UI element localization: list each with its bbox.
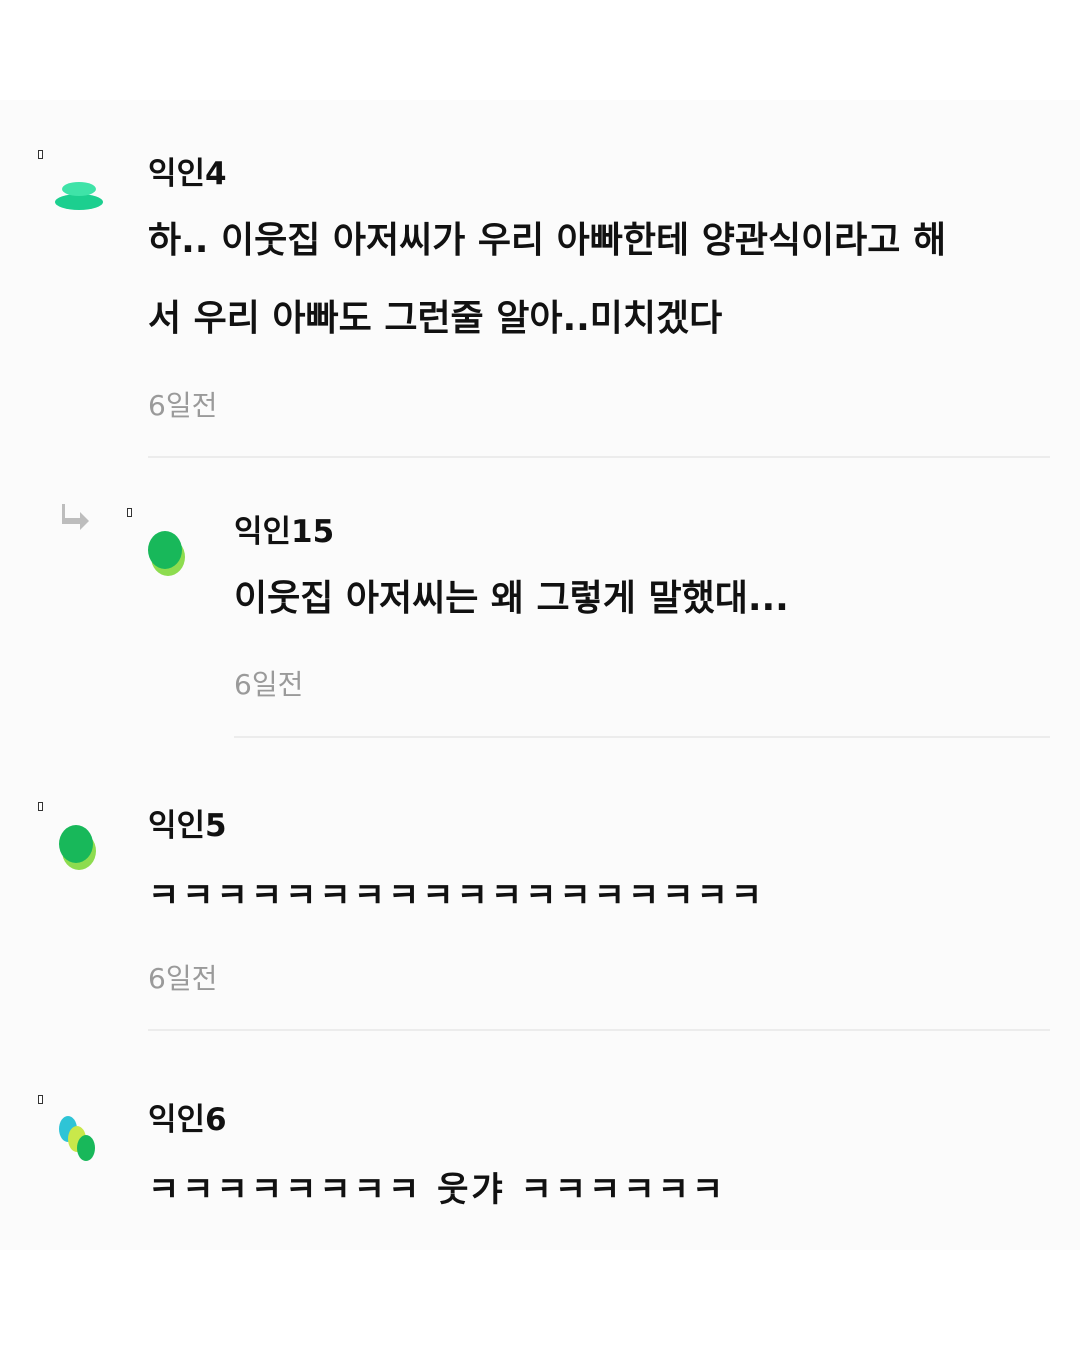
comment-time: 6일전 bbox=[148, 389, 218, 422]
divider bbox=[234, 736, 1050, 738]
marker-icon bbox=[127, 508, 132, 517]
comment-author[interactable]: 익인6 bbox=[148, 1094, 227, 1139]
comment-time: 6일전 bbox=[234, 668, 304, 701]
comment-text-line: ㅋㅋㅋㅋㅋㅋㅋㅋㅋㅋㅋㅋㅋㅋㅋㅋㅋㅋ bbox=[148, 876, 766, 916]
comment-author[interactable]: 익인4 bbox=[148, 148, 227, 193]
comment-author[interactable]: 익인5 bbox=[148, 800, 227, 845]
comment-text-line: ㅋㅋㅋㅋㅋㅋㅋㅋ 웃갸 ㅋㅋㅋㅋㅋㅋ bbox=[148, 1170, 727, 1210]
multicolor-dots-avatar-icon[interactable] bbox=[56, 1112, 98, 1166]
comment-text-line: 하.. 이웃집 아저씨가 우리 아빠한테 양관식이라고 해 bbox=[148, 220, 947, 261]
comment-time: 6일전 bbox=[148, 962, 218, 995]
comment-text-line: 이웃집 아저씨는 왜 그렇게 말했대... bbox=[234, 578, 789, 619]
comment-text-line: 서 우리 아빠도 그런줄 알아..미치겠다 bbox=[148, 298, 723, 339]
marker-icon bbox=[38, 150, 43, 159]
comment-author[interactable]: 익인15 bbox=[234, 506, 334, 551]
green-leaf-avatar-icon[interactable] bbox=[57, 822, 99, 872]
green-stack-avatar-icon[interactable] bbox=[52, 178, 106, 214]
green-leaf-avatar-icon[interactable] bbox=[146, 528, 188, 578]
marker-icon bbox=[38, 1095, 43, 1104]
marker-icon bbox=[38, 802, 43, 811]
reply-arrow-icon bbox=[62, 504, 89, 530]
divider bbox=[148, 456, 1050, 458]
divider bbox=[148, 1029, 1050, 1031]
